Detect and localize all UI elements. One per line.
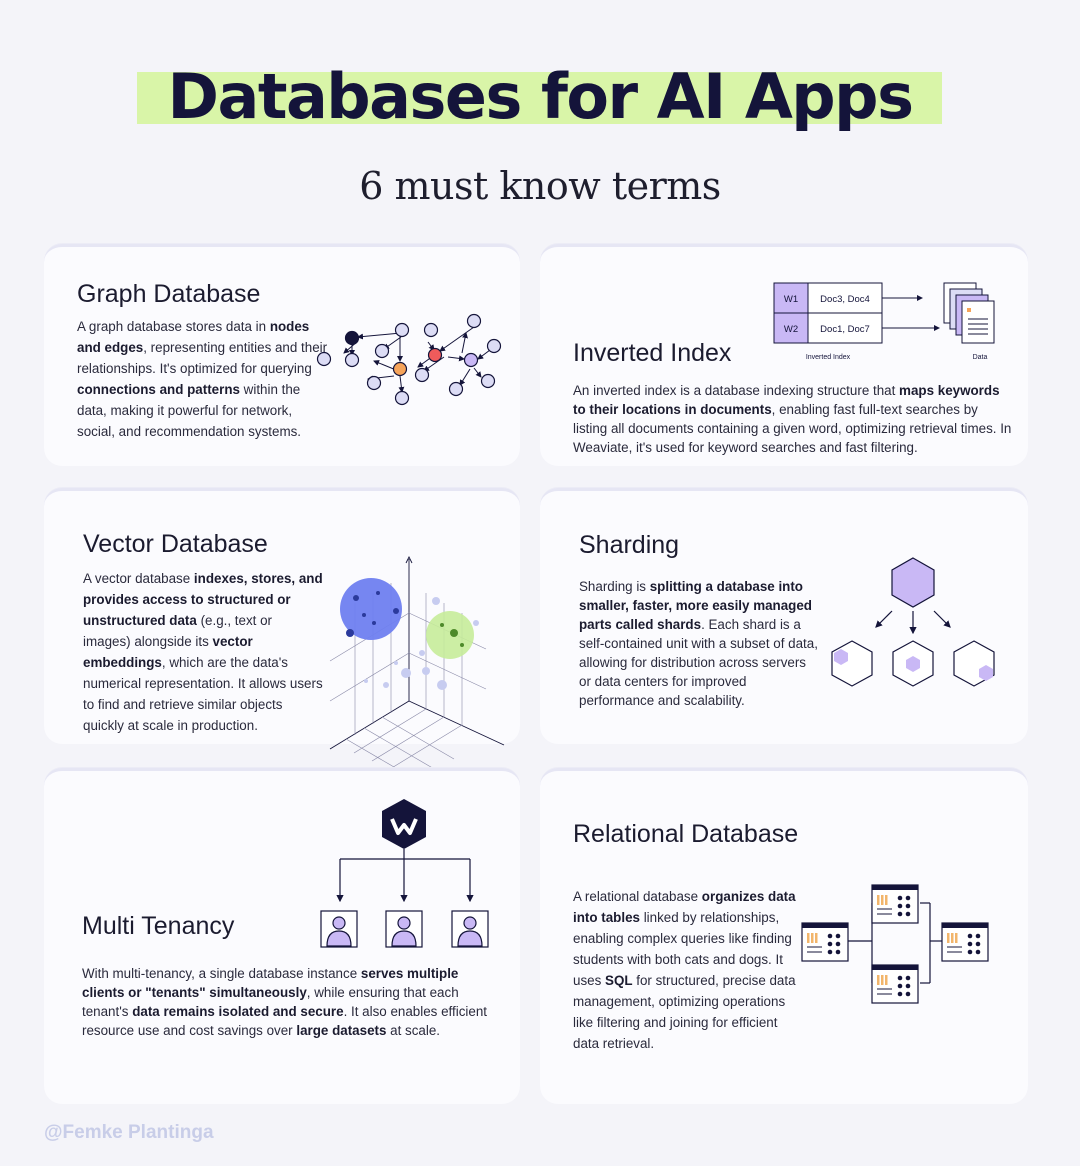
author-credit: @Femke Plantinga <box>44 1122 214 1143</box>
vector-space-diagram <box>329 555 505 782</box>
index-key-1: W1 <box>784 294 798 305</box>
tenant-user-icon <box>320 910 358 948</box>
shard-hexagon-1 <box>831 640 873 687</box>
inverted-index-diagram: W1 W2 Doc3, Doc4 Doc1, Doc7 Inverted Ind… <box>773 282 995 361</box>
card-title: Inverted Index <box>573 339 732 367</box>
body-text: With multi-tenancy, a single database in… <box>82 966 361 981</box>
card-title: Sharding <box>579 531 680 559</box>
card-body: A vector database indexes, stores, and p… <box>83 568 323 736</box>
table-icon <box>941 922 989 962</box>
database-hexagon <box>891 557 935 608</box>
card-body: A relational database organizes data int… <box>573 886 799 1054</box>
table-icon <box>871 884 919 924</box>
graph-network-diagram <box>316 313 502 406</box>
table-icon <box>801 922 849 962</box>
multi-tenancy-diagram <box>320 799 489 948</box>
page-title: Databases for AI Apps <box>167 60 914 133</box>
card-title: Vector Database <box>83 530 268 558</box>
body-emphasis: connections and patterns <box>77 382 240 397</box>
sharding-diagram <box>831 557 995 687</box>
index-docs-1: Doc3, Doc4 <box>820 294 870 305</box>
card-sharding: Sharding Sharding is splitting a databas… <box>540 488 1028 744</box>
card-body: An inverted index is a database indexing… <box>573 381 1013 457</box>
vector-cluster-green <box>426 611 474 659</box>
card-body: Sharding is splitting a database into sm… <box>579 577 821 710</box>
graph-node-orange <box>392 361 408 377</box>
body-text: A relational database <box>573 889 702 904</box>
index-docs-2: Doc1, Doc7 <box>820 324 870 335</box>
graph-node-dark <box>344 330 360 346</box>
relational-tables-diagram <box>801 884 989 1004</box>
body-text: An inverted index is a database indexing… <box>573 383 900 398</box>
card-body: A graph database stores data in nodes an… <box>77 316 329 442</box>
card-vector-database: Vector Database A vector database indexe… <box>44 488 520 782</box>
data-label: Data <box>973 354 988 361</box>
card-title: Relational Database <box>573 820 799 848</box>
card-title: Graph Database <box>77 280 261 308</box>
body-text: at scale. <box>386 1023 441 1038</box>
tenant-user-icon <box>385 910 423 948</box>
card-multi-tenancy: Multi Tenancy With multi-tenancy, a sing… <box>44 768 520 1104</box>
graph-node-red <box>427 347 443 363</box>
card-graph-database: Graph Database A graph database stores d… <box>44 244 520 466</box>
document-stack-icon <box>943 282 995 344</box>
inverted-index-label: Inverted Index <box>806 354 851 361</box>
body-text: A graph database stores data in <box>77 319 270 334</box>
card-relational-database: Relational Database A relational databas… <box>540 768 1028 1104</box>
page-subtitle: 6 must know terms <box>359 164 721 208</box>
body-emphasis: data remains isolated and secure <box>132 1004 344 1019</box>
card-title: Multi Tenancy <box>82 912 235 940</box>
tenant-user-icon <box>451 910 489 948</box>
index-key-2: W2 <box>784 324 798 335</box>
body-emphasis: large datasets <box>296 1023 387 1038</box>
card-inverted-index: Inverted Index An inverted index is a da… <box>540 244 1028 466</box>
body-text: Sharding is <box>579 579 650 594</box>
body-text: A vector database <box>83 571 194 586</box>
body-emphasis: SQL <box>605 973 633 988</box>
table-icon <box>871 964 919 1004</box>
card-body: With multi-tenancy, a single database in… <box>82 964 492 1040</box>
